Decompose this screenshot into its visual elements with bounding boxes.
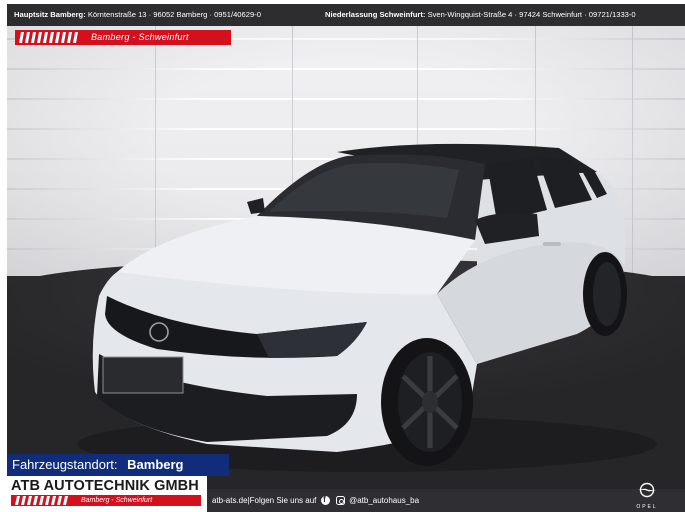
social-handle[interactable]: @atb_autohaus_ba bbox=[349, 496, 419, 505]
follow-text: Folgen Sie uns auf bbox=[249, 496, 317, 505]
ribbon-text: Bamberg - Schweinfurt bbox=[91, 32, 189, 42]
location-label: Fahrzeugstandort: bbox=[12, 457, 118, 472]
social-links: atb-ats.de|Folgen Sie uns auf @atb_autoh… bbox=[212, 489, 419, 512]
vehicle-location: Fahrzeugstandort: Bamberg bbox=[7, 454, 229, 476]
branch-address: Sven-Wingquist-Straße 4 · 97424 Schweinf… bbox=[427, 10, 636, 19]
website-link[interactable]: atb-ats.de bbox=[212, 496, 248, 505]
listing-image: Hauptsitz Bamberg: Körntenstraße 13 · 96… bbox=[7, 4, 685, 512]
location-ribbon: Bamberg - Schweinfurt bbox=[15, 30, 231, 45]
hq-label: Hauptsitz Bamberg: bbox=[14, 10, 86, 19]
stripes-icon bbox=[19, 32, 78, 43]
opel-logo: OPEL bbox=[627, 482, 667, 512]
stripes-icon bbox=[15, 496, 68, 505]
opel-wordmark: OPEL bbox=[636, 504, 658, 510]
dealer-tagline-ribbon: Bamberg - Schweinfurt bbox=[11, 495, 201, 506]
dealer-brand: ATB AUTOTECHNIK GMBH Bamberg - Schweinfu… bbox=[7, 476, 207, 512]
instagram-icon[interactable] bbox=[335, 496, 345, 506]
car-image bbox=[77, 143, 657, 472]
address-bar: Hauptsitz Bamberg: Körntenstraße 13 · 96… bbox=[7, 4, 685, 26]
dealer-tagline: Bamberg - Schweinfurt bbox=[81, 497, 153, 504]
hq-address: Körntenstraße 13 · 96052 Bamberg · 0951/… bbox=[87, 10, 261, 19]
footer-bar: atb-ats.de|Folgen Sie uns auf @atb_autoh… bbox=[207, 489, 685, 512]
location-value: Bamberg bbox=[127, 457, 184, 472]
branch-label: Niederlassung Schweinfurt: bbox=[325, 10, 426, 19]
dealer-name: ATB AUTOTECHNIK GMBH bbox=[11, 478, 199, 494]
opel-blitz-icon bbox=[638, 482, 656, 498]
facebook-icon[interactable] bbox=[320, 495, 330, 506]
